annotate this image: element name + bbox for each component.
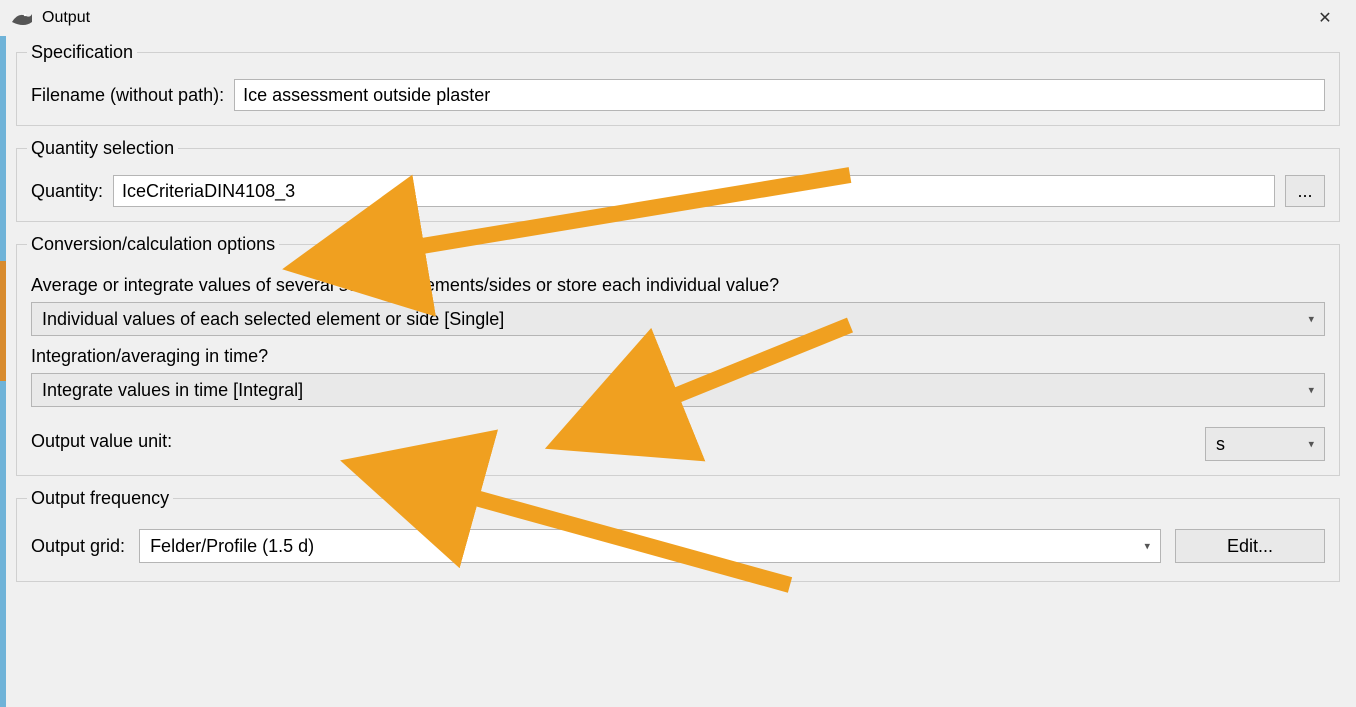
quantity-browse-button[interactable]: ... (1285, 175, 1325, 207)
window-title: Output (42, 9, 90, 27)
unit-value: s (1216, 434, 1225, 455)
close-icon: ✕ (1318, 8, 1331, 28)
group-conversion: Conversion/calculation options Average o… (16, 234, 1340, 476)
edit-button[interactable]: Edit... (1175, 529, 1325, 563)
quantity-label: Quantity: (31, 181, 103, 202)
chevron-down-icon: ▾ (1308, 438, 1314, 451)
group-specification: Specification Filename (without path): (16, 42, 1340, 126)
chevron-down-icon: ▾ (1308, 313, 1314, 326)
time-question-label: Integration/averaging in time? (31, 346, 1325, 367)
edit-button-label: Edit... (1227, 536, 1273, 556)
unit-label: Output value unit: (31, 431, 172, 452)
dialog-content: Specification Filename (without path): Q… (0, 36, 1356, 582)
close-button[interactable]: ✕ (1302, 0, 1348, 36)
time-mode-select[interactable]: Integrate values in time [Integral] ▾ (31, 373, 1325, 407)
avg-mode-value: Individual values of each selected eleme… (42, 309, 504, 330)
unit-select[interactable]: s ▾ (1205, 427, 1325, 461)
output-grid-value: Felder/Profile (1.5 d) (150, 536, 314, 557)
group-conversion-legend: Conversion/calculation options (27, 234, 279, 255)
output-grid-select[interactable]: Felder/Profile (1.5 d) ▾ (139, 529, 1161, 563)
time-mode-value: Integrate values in time [Integral] (42, 380, 303, 401)
ellipsis-icon: ... (1297, 181, 1312, 202)
filename-label: Filename (without path): (31, 85, 224, 106)
group-quantity-selection: Quantity selection Quantity: ... (16, 138, 1340, 222)
filename-input[interactable] (234, 79, 1325, 111)
chevron-down-icon: ▾ (1308, 384, 1314, 397)
left-color-strip (0, 36, 6, 707)
group-quantity-legend: Quantity selection (27, 138, 178, 159)
output-grid-label: Output grid: (31, 536, 125, 557)
group-specification-legend: Specification (27, 42, 137, 63)
title-bar: Output ✕ (0, 0, 1356, 36)
group-frequency-legend: Output frequency (27, 488, 173, 509)
app-icon (10, 8, 34, 28)
avg-mode-select[interactable]: Individual values of each selected eleme… (31, 302, 1325, 336)
group-output-frequency: Output frequency Output grid: Felder/Pro… (16, 488, 1340, 582)
avg-question-label: Average or integrate values of several s… (31, 275, 1325, 296)
chevron-down-icon: ▾ (1144, 540, 1150, 553)
quantity-input[interactable] (113, 175, 1275, 207)
